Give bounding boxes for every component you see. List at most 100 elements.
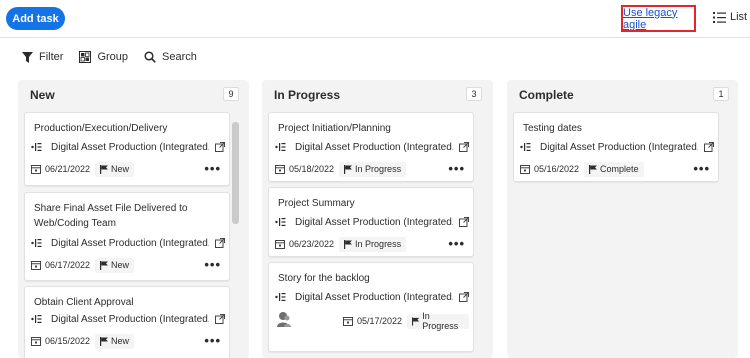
project-row[interactable]: Digital Asset Production (Integrated...	[275, 139, 469, 155]
task-card[interactable]: Story for the backlog Digital Asset Prod…	[268, 262, 474, 352]
more-options-icon[interactable]: •••	[448, 162, 465, 175]
project-name: Digital Asset Production (Integrated...	[51, 237, 209, 249]
status-text: New	[111, 336, 130, 346]
more-options-icon[interactable]: •••	[204, 334, 221, 347]
task-card[interactable]: Obtain Client Approval Digital Asset Pro…	[24, 286, 230, 358]
task-card[interactable]: Testing dates Digital Asset Production (…	[513, 112, 719, 182]
add-task-button[interactable]: Add task	[6, 7, 65, 30]
project-name: Digital Asset Production (Integrated...	[51, 313, 209, 325]
assignee-avatar-icon[interactable]	[277, 311, 291, 327]
project-row[interactable]: Digital Asset Production (Integrated...	[520, 139, 714, 155]
flag-icon	[589, 164, 598, 174]
project-row[interactable]: Digital Asset Production (Integrated...	[31, 139, 225, 155]
project-name: Digital Asset Production (Integrated...	[540, 141, 698, 153]
list-label: List	[730, 11, 748, 23]
due-date[interactable]: 06/23/2022	[275, 239, 334, 249]
more-options-icon[interactable]: •••	[448, 237, 465, 250]
due-date[interactable]: 05/16/2022	[520, 164, 579, 174]
status-text: New	[111, 260, 130, 270]
group-icon	[79, 51, 92, 63]
due-date[interactable]: 06/17/2022	[31, 260, 90, 270]
project-icon	[31, 238, 43, 248]
board-toolbar: Filter Group Search	[22, 48, 213, 66]
search-label: Search	[162, 51, 197, 63]
group-button[interactable]: Group	[79, 51, 128, 63]
project-icon	[275, 292, 287, 302]
due-date[interactable]: 05/17/2022	[343, 316, 402, 326]
project-row[interactable]: Digital Asset Production (Integrated...	[275, 289, 469, 305]
external-link-icon[interactable]	[459, 292, 469, 302]
external-link-icon[interactable]	[459, 217, 469, 227]
flag-icon	[412, 316, 420, 326]
flag-icon	[344, 164, 353, 174]
status-badge[interactable]: Complete	[584, 161, 644, 177]
list-view-button[interactable]: List	[713, 11, 747, 23]
status-badge[interactable]: In Progress	[407, 311, 469, 331]
task-card[interactable]: Project Initiation/Planning Digital Asse…	[268, 112, 474, 182]
flag-icon	[100, 164, 109, 174]
project-row[interactable]: Digital Asset Production (Integrated...	[31, 311, 225, 327]
column-title: In Progress	[274, 88, 341, 102]
calendar-icon	[275, 165, 285, 174]
card-title: Obtain Client Approval	[34, 297, 134, 308]
external-link-icon[interactable]	[215, 238, 225, 248]
due-date-text: 05/16/2022	[534, 164, 580, 174]
status-badge[interactable]: New	[95, 333, 135, 349]
project-name: Digital Asset Production (Integrated...	[295, 216, 453, 228]
external-link-icon[interactable]	[215, 314, 225, 324]
project-icon	[275, 217, 287, 227]
more-options-icon[interactable]: •••	[204, 258, 221, 271]
column-count-badge: 9	[223, 87, 239, 101]
card-title: Production/Execution/Delivery	[34, 123, 168, 134]
column-complete: Complete 1 Testing dates Digital Asset P…	[507, 80, 738, 358]
project-name: Digital Asset Production (Integrated...	[295, 141, 453, 153]
card-title: Share Final Asset File Delivered to Web/…	[34, 203, 188, 229]
calendar-icon	[31, 337, 41, 346]
task-card[interactable]: Project Summary Digital Asset Production…	[268, 187, 474, 257]
due-date[interactable]: 06/21/2022	[31, 164, 90, 174]
calendar-icon	[520, 165, 530, 174]
status-text: In Progress	[422, 311, 459, 331]
card-meta-row: 06/23/2022 In Progress •••	[275, 236, 469, 252]
project-row[interactable]: Digital Asset Production (Integrated...	[275, 214, 469, 230]
project-name: Digital Asset Production (Integrated...	[295, 291, 453, 303]
card-meta-row: 06/15/2022 New •••	[31, 333, 225, 349]
flag-icon	[344, 239, 353, 249]
search-button[interactable]: Search	[144, 51, 197, 63]
project-name: Digital Asset Production (Integrated...	[51, 141, 209, 153]
status-badge[interactable]: In Progress	[339, 236, 407, 252]
due-date-text: 06/23/2022	[289, 239, 335, 249]
more-options-icon[interactable]: •••	[204, 162, 221, 175]
due-date[interactable]: 05/18/2022	[275, 164, 334, 174]
project-icon	[31, 314, 43, 324]
external-link-icon[interactable]	[215, 142, 225, 152]
status-badge[interactable]: New	[95, 257, 135, 273]
more-options-icon[interactable]: •••	[693, 162, 710, 175]
card-title: Testing dates	[523, 123, 582, 134]
card-title: Project Initiation/Planning	[278, 123, 391, 134]
external-link-icon[interactable]	[704, 142, 714, 152]
column-new: New 9 Production/Execution/Delivery Digi…	[18, 80, 249, 358]
status-text: In Progress	[355, 239, 402, 249]
project-row[interactable]: Digital Asset Production (Integrated...	[31, 235, 225, 251]
status-text: New	[111, 164, 130, 174]
external-link-icon[interactable]	[459, 142, 469, 152]
flag-icon	[100, 336, 109, 346]
status-badge[interactable]: New	[95, 161, 135, 177]
use-legacy-agile-link[interactable]: Use legacy agile	[623, 7, 694, 31]
project-icon	[31, 142, 43, 152]
card-meta-row: 05/17/2022 In Progress	[343, 311, 469, 331]
task-card[interactable]: Share Final Asset File Delivered to Web/…	[24, 192, 230, 281]
column-count-badge: 3	[466, 87, 482, 101]
due-date[interactable]: 06/15/2022	[31, 336, 90, 346]
card-meta-row: 05/16/2022 Complete •••	[520, 161, 714, 177]
project-icon	[275, 142, 287, 152]
scrollbar-thumb[interactable]	[232, 122, 239, 224]
search-icon	[144, 51, 156, 63]
card-meta-row: 06/21/2022 New •••	[31, 161, 225, 177]
task-card[interactable]: Production/Execution/Delivery Digital As…	[24, 112, 230, 186]
filter-label: Filter	[39, 51, 64, 63]
status-badge[interactable]: In Progress	[339, 161, 407, 177]
filter-button[interactable]: Filter	[22, 51, 63, 63]
card-title: Project Summary	[278, 198, 355, 209]
